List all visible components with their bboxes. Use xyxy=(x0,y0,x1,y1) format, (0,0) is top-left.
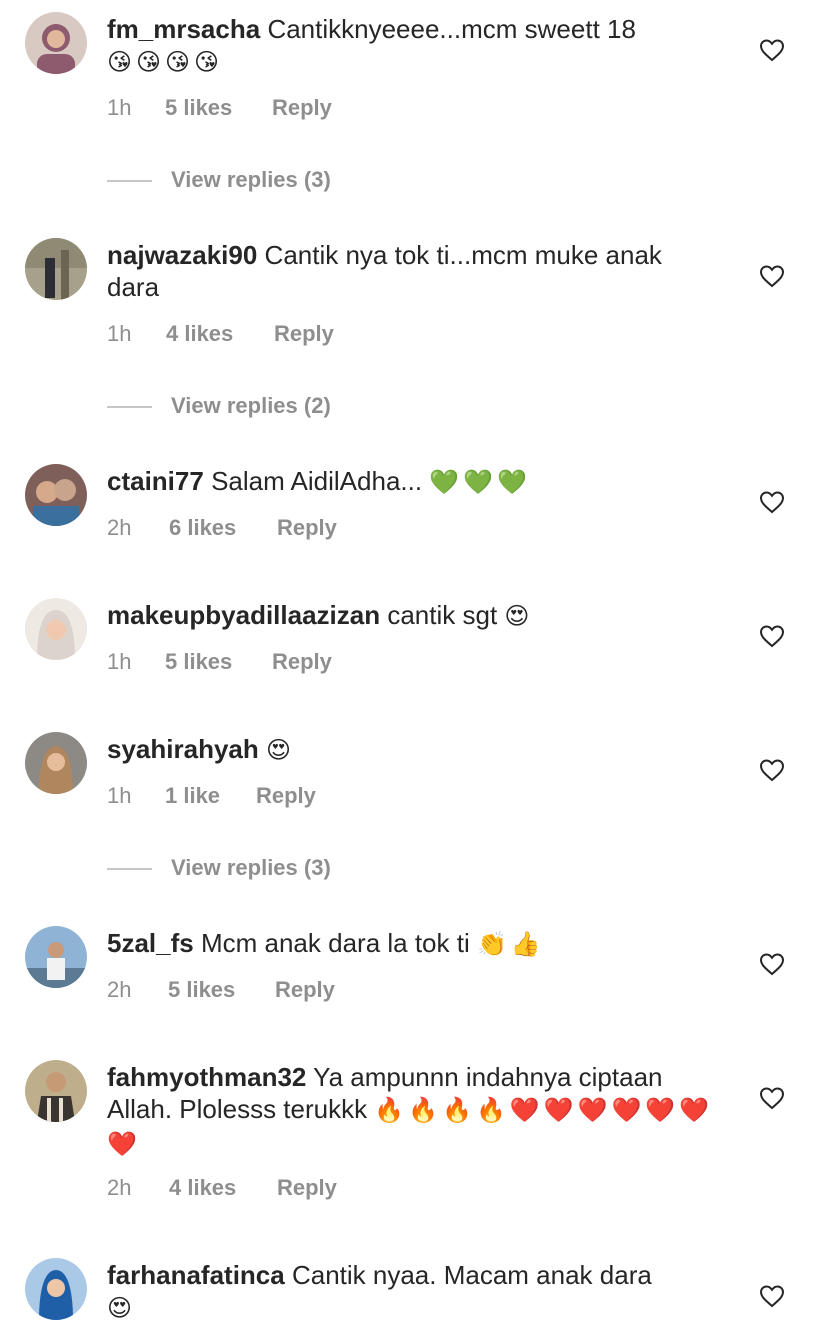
replies-divider xyxy=(107,868,152,870)
heart-outline-icon[interactable] xyxy=(759,758,785,782)
comment-time: 1h xyxy=(107,95,132,120)
avatar[interactable] xyxy=(25,238,87,300)
heart-outline-icon[interactable] xyxy=(759,952,785,976)
replies-divider xyxy=(107,180,152,182)
avatar[interactable] xyxy=(25,598,87,660)
comment-text: cantik sgt xyxy=(387,600,498,630)
view-replies-label[interactable]: View replies (2) xyxy=(171,391,331,421)
comment-body: makeupbyadillaazizan cantik sgt 😍 xyxy=(107,599,707,633)
comment-emoji: 👏👍 xyxy=(476,931,545,958)
heart-outline-icon[interactable] xyxy=(759,1086,785,1110)
comment-username[interactable]: farhanafatinca xyxy=(107,1260,285,1290)
comment-time: 2h xyxy=(107,1175,132,1200)
view-replies-label[interactable]: View replies (3) xyxy=(171,853,331,883)
comment-likes[interactable]: 5 likes xyxy=(165,648,232,676)
comment-time: 1h xyxy=(107,649,132,674)
avatar[interactable] xyxy=(25,1060,87,1122)
heart-outline-icon[interactable] xyxy=(759,38,785,62)
avatar[interactable] xyxy=(25,464,87,526)
avatar[interactable] xyxy=(25,926,87,988)
comment-likes[interactable]: 4 likes xyxy=(166,320,233,348)
reply-button[interactable]: Reply xyxy=(272,94,332,122)
view-replies-label[interactable]: View replies (3) xyxy=(171,165,331,195)
comment-likes[interactable]: 5 likes xyxy=(165,94,232,122)
comment-emoji: 😍 xyxy=(504,603,534,630)
comment-body: fahmyothman32 Ya ampunnn indahnya ciptaa… xyxy=(107,1061,717,1161)
comment-body: 5zal_fs Mcm anak dara la tok ti 👏👍 xyxy=(107,927,707,961)
comment-text: Salam AidilAdha... xyxy=(211,466,423,496)
heart-outline-icon[interactable] xyxy=(759,264,785,288)
comment-likes[interactable]: 4 likes xyxy=(169,1174,236,1202)
comment-emoji: 😍 xyxy=(107,1295,137,1322)
comment-username[interactable]: makeupbyadillaazizan xyxy=(107,600,380,630)
comment-body: ctaini77 Salam AidilAdha... 💚💚💚 xyxy=(107,465,707,499)
comment-time: 2h xyxy=(107,977,132,1002)
avatar[interactable] xyxy=(25,1258,87,1320)
comment-text: Cantikknyeeee...mcm sweett 18 xyxy=(267,14,636,44)
avatar[interactable] xyxy=(25,12,87,74)
reply-button[interactable]: Reply xyxy=(277,514,337,542)
comment-emoji: 😍 xyxy=(265,737,296,764)
comment-username[interactable]: ctaini77 xyxy=(107,466,204,496)
comment-username[interactable]: 5zal_fs xyxy=(107,928,194,958)
comment-likes[interactable]: 5 likes xyxy=(168,976,235,1004)
comment-likes[interactable]: 6 likes xyxy=(169,514,236,542)
heart-outline-icon[interactable] xyxy=(759,624,785,648)
comment-username[interactable]: syahirahyah xyxy=(107,734,259,764)
reply-button[interactable]: Reply xyxy=(256,782,316,810)
comment-body: farhanafatinca Cantik nyaa. Macam anak d… xyxy=(107,1259,707,1325)
comment-username[interactable]: fm_mrsacha xyxy=(107,14,260,44)
comment-emoji: 😘😘😘😘 xyxy=(107,49,224,76)
comment-likes[interactable]: 1 like xyxy=(165,782,220,810)
heart-outline-icon[interactable] xyxy=(759,490,785,514)
reply-button[interactable]: Reply xyxy=(272,648,332,676)
comment-time: 1h xyxy=(107,783,132,808)
comment-username[interactable]: najwazaki90 xyxy=(107,240,257,270)
comment-username[interactable]: fahmyothman32 xyxy=(107,1062,306,1092)
avatar[interactable] xyxy=(25,732,87,794)
comment-body: najwazaki90 Cantik nya tok ti...mcm muke… xyxy=(107,239,707,303)
comment-time: 2h xyxy=(107,515,132,540)
comment-body: syahirahyah 😍 xyxy=(107,733,707,767)
comment-body: fm_mrsacha Cantikknyeeee...mcm sweett 18… xyxy=(107,13,707,79)
reply-button[interactable]: Reply xyxy=(274,320,334,348)
comment-text: Cantik nyaa. Macam anak dara xyxy=(291,1260,652,1290)
comment-text: Mcm anak dara la tok ti xyxy=(200,928,470,958)
replies-divider xyxy=(107,406,152,408)
heart-outline-icon[interactable] xyxy=(759,1284,785,1308)
comment-time: 1h xyxy=(107,321,132,346)
reply-button[interactable]: Reply xyxy=(277,1174,337,1202)
comment-emoji: 💚💚💚 xyxy=(429,469,531,496)
reply-button[interactable]: Reply xyxy=(275,976,335,1004)
